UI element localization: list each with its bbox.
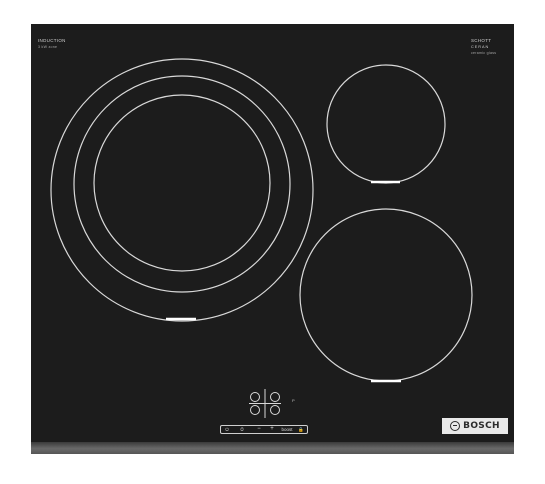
lock-button[interactable]: 🔒 <box>298 426 304 433</box>
zone-large-middle-ring <box>73 75 291 293</box>
zone-selector-icon[interactable] <box>249 389 281 418</box>
minus-button[interactable]: − <box>255 426 263 433</box>
power-button[interactable]: ⏻ <box>224 426 230 433</box>
timer-button[interactable]: ⏱ <box>236 426 248 433</box>
bosch-armature-icon <box>450 421 461 431</box>
zone-medium-ring <box>299 208 473 382</box>
zone-large-inner-ring <box>93 94 271 272</box>
zone-small-ring <box>326 64 446 184</box>
brand-badge: BOSCH <box>442 418 508 434</box>
zone-large-outer-ring <box>50 58 314 322</box>
cooking-zone-large[interactable] <box>50 58 314 322</box>
cooking-zone-small[interactable] <box>326 64 446 184</box>
plus-button[interactable]: + <box>268 426 276 433</box>
brand-name: BOSCH <box>463 421 500 431</box>
cooking-zone-medium[interactable] <box>299 208 473 383</box>
cooking-zones <box>50 58 473 418</box>
boost-button[interactable]: boost <box>279 426 295 433</box>
indicator-label: P <box>292 398 295 403</box>
